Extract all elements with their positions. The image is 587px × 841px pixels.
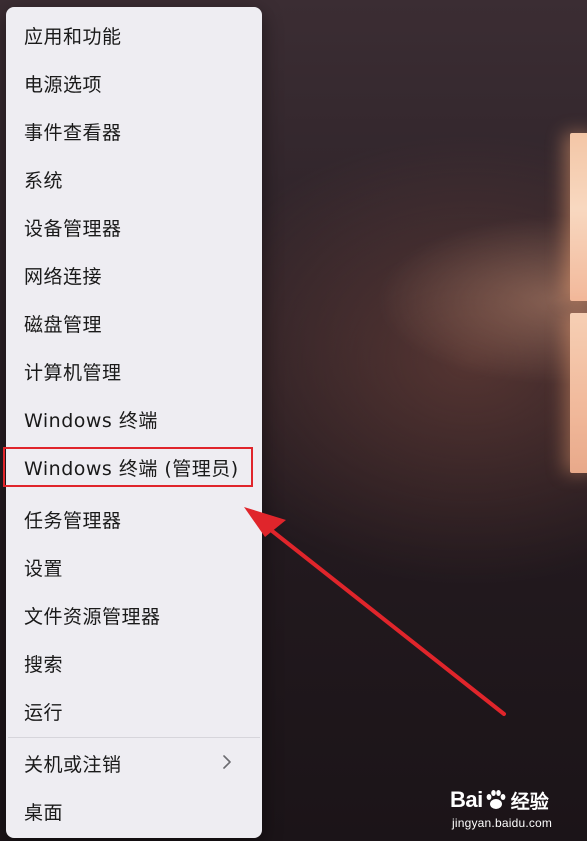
- watermark-brand-right: 经验: [510, 790, 549, 813]
- paw-icon: [486, 790, 506, 809]
- red-arrow-annotation: [244, 507, 506, 716]
- watermark-url: jingyan.baidu.com: [452, 816, 553, 830]
- watermark-brand-left: Bai: [450, 787, 483, 812]
- baidu-jingyan-watermark: Bai 经验 jingyan.baidu.com: [450, 786, 580, 832]
